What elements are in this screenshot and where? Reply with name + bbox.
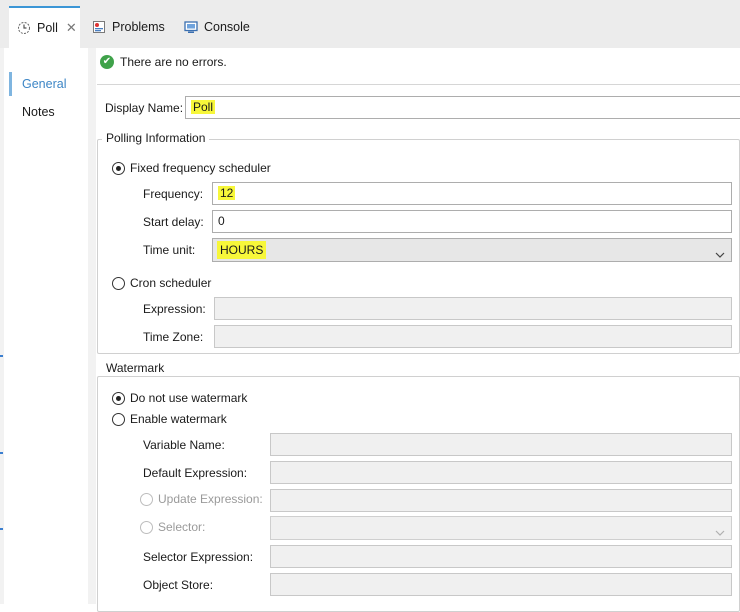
radio-button-checked (112, 391, 125, 405)
time-unit-value: HOURS (217, 241, 267, 259)
nav-item-notes[interactable]: Notes (9, 100, 88, 124)
editor-tab-bar: Poll ✕ Problems Console (0, 0, 740, 48)
object-store-label: Object Store: (143, 578, 214, 592)
no-watermark-label: Do not use watermark (130, 391, 248, 405)
frequency-value: 12 (218, 186, 236, 200)
start-delay-field[interactable]: 0 (212, 210, 732, 233)
default-expression-label: Default Expression: (143, 466, 248, 480)
validation-status: ✔ There are no errors. (100, 53, 227, 71)
cron-expression-field[interactable] (214, 297, 732, 320)
status-text: There are no errors. (120, 55, 227, 69)
tab-poll-label: Poll (37, 21, 58, 35)
start-delay-label: Start delay: (143, 215, 204, 229)
chevron-down-icon (715, 245, 725, 258)
enable-watermark-label: Enable watermark (130, 412, 227, 426)
enable-watermark-radio[interactable]: Enable watermark (112, 412, 227, 426)
problems-icon (92, 20, 106, 34)
time-unit-label: Time unit: (143, 243, 196, 257)
start-delay-value: 0 (218, 214, 225, 228)
close-icon[interactable]: ✕ (66, 20, 77, 36)
time-unit-select[interactable]: HOURS (212, 238, 732, 262)
tab-console[interactable]: Console (184, 6, 250, 48)
frequency-field[interactable]: 12 (212, 182, 732, 205)
fixed-frequency-label: Fixed frequency scheduler (130, 161, 271, 175)
update-expression-radio[interactable]: Update Expression: (140, 492, 263, 506)
polling-information-legend: Polling Information (102, 131, 210, 145)
watermark-legend: Watermark (102, 361, 169, 375)
divider (97, 84, 740, 85)
no-watermark-radio[interactable]: Do not use watermark (112, 391, 247, 405)
display-name-field[interactable]: Poll (185, 96, 740, 119)
edge-marker (0, 355, 3, 357)
display-name-label: Display Name: (105, 101, 184, 115)
display-name-value: Poll (191, 100, 216, 114)
selector-label: Selector: (158, 520, 206, 534)
panel-divider (88, 48, 96, 604)
check-circle-icon: ✔ (100, 55, 114, 69)
radio-button-unchecked (112, 276, 125, 290)
expression-label: Expression: (143, 302, 206, 316)
cron-scheduler-radio[interactable]: Cron scheduler (112, 276, 211, 290)
time-zone-label: Time Zone: (143, 330, 204, 344)
selector-radio[interactable]: Selector: (140, 520, 205, 534)
cron-scheduler-label: Cron scheduler (130, 276, 212, 290)
variable-name-field[interactable] (270, 433, 732, 456)
tab-poll[interactable]: Poll ✕ (9, 6, 80, 48)
time-zone-field[interactable] (214, 325, 732, 348)
fixed-frequency-radio[interactable]: Fixed frequency scheduler (112, 161, 271, 175)
edge-marker (0, 452, 3, 454)
selector-expression-field[interactable] (270, 545, 732, 568)
edge-marker (0, 528, 3, 530)
selector-select[interactable] (270, 516, 732, 540)
radio-button-unchecked (112, 412, 125, 426)
tab-problems[interactable]: Problems (92, 6, 165, 48)
radio-button-disabled (140, 520, 153, 534)
nav-item-general[interactable]: General (9, 72, 88, 96)
left-strip (0, 48, 4, 604)
clock-icon (17, 21, 31, 35)
variable-name-label: Variable Name: (143, 438, 225, 452)
nav-item-label: Notes (22, 105, 55, 119)
selector-expression-label: Selector Expression: (143, 550, 254, 564)
update-expression-field[interactable] (270, 489, 732, 512)
tab-problems-label: Problems (112, 20, 165, 34)
update-expression-label: Update Expression: (158, 492, 263, 506)
property-nav: General Notes (9, 48, 88, 604)
frequency-label: Frequency: (143, 187, 204, 201)
radio-button-checked (112, 161, 125, 175)
object-store-field[interactable] (270, 573, 732, 596)
tab-console-label: Console (204, 20, 250, 34)
chevron-down-icon (715, 523, 725, 536)
default-expression-field[interactable] (270, 461, 732, 484)
console-icon (184, 20, 198, 34)
radio-button-disabled (140, 492, 153, 506)
nav-item-label: General (22, 77, 67, 91)
